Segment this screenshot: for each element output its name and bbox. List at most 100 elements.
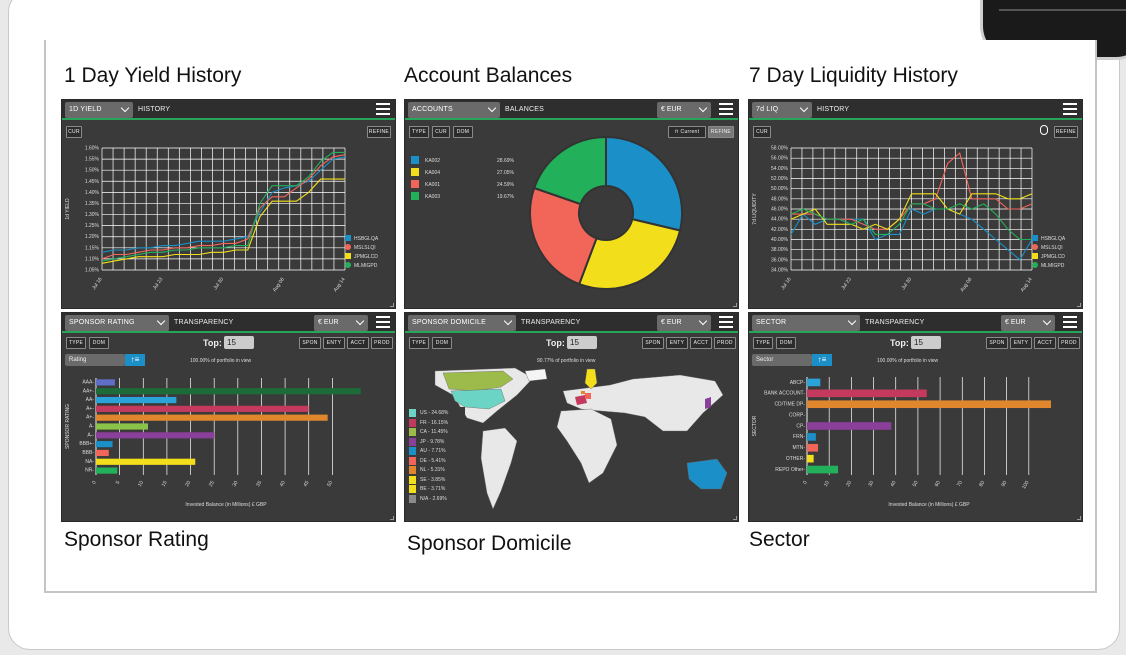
- legend-swatch: [409, 475, 416, 484]
- map-germany-shape: [585, 393, 591, 399]
- title-liquidity: 7 Day Liquidity History: [749, 64, 958, 87]
- legend-row[interactable]: AU - 7.71%: [407, 447, 465, 457]
- y-axis-label: 7d LIQUIDITY: [752, 193, 758, 225]
- legend-row[interactable]: SE - 3.85%: [407, 475, 465, 486]
- bar-FRN: [807, 433, 816, 441]
- legend-swatch: [409, 466, 416, 474]
- map-greenland-shape: [524, 368, 548, 382]
- resize-grip-icon[interactable]: [390, 516, 394, 520]
- legend-label: MLMIGPD: [354, 263, 378, 269]
- y-tick-label: 1.15%: [85, 245, 100, 251]
- bar-BBB+: [96, 441, 113, 448]
- x-tick-label: 0: [91, 480, 98, 486]
- legend-swatch: [345, 244, 351, 250]
- title-yield: 1 Day Yield History: [64, 64, 242, 87]
- legend-label: SE - 3.85%: [420, 476, 446, 483]
- bar-AAA: [96, 379, 115, 386]
- x-axis-label: Invested Balance (in Millions) £ GBP: [888, 502, 970, 508]
- x-tick-label: 20: [845, 480, 853, 488]
- bar-MTN: [807, 443, 819, 452]
- legend-swatch: [1032, 244, 1038, 250]
- bar-ABCP: [807, 378, 821, 387]
- y-tick-label: AA+-: [83, 388, 95, 394]
- legend-row[interactable]: NL - 5.31%: [407, 466, 465, 476]
- bar-NR: [96, 467, 118, 474]
- domicile-legend: US - 24.68% FR - 16.15% CA - 11.45% JP - 9.…: [407, 407, 465, 506]
- resize-grip-icon[interactable]: [733, 303, 737, 307]
- title-domicile: Sponsor Domicile: [407, 532, 572, 555]
- legend-swatch: [409, 447, 416, 455]
- y-tick-label: 44.00%: [771, 217, 789, 223]
- y-tick-label: 52.00%: [771, 176, 789, 182]
- donut-slice-KA004: [577, 217, 682, 290]
- y-tick-label: 54.00%: [771, 166, 789, 172]
- legend-label: MSLSLQI: [1041, 245, 1063, 251]
- legend-swatch: [345, 262, 351, 268]
- y-tick-label: 36.00%: [771, 257, 789, 263]
- panel-domicile: SPONSOR DOMICILE TRANSPARENCY € EUR TYPE…: [404, 312, 739, 522]
- y-tick-label: 38.00%: [771, 247, 789, 253]
- legend-row[interactable]: FR - 16.15%: [407, 418, 465, 429]
- bar-BANK ACCOUNT: [807, 389, 927, 398]
- y-tick-label: OTHER-: [786, 456, 806, 462]
- x-tick-label: 10: [137, 480, 145, 488]
- bar-OTHER: [807, 454, 814, 463]
- legend-swatch: [409, 485, 416, 493]
- y-tick-label: 1.40%: [85, 190, 100, 196]
- x-tick-label: 15: [161, 480, 169, 488]
- yield-chart: 1.60% 1.55% 1.50% 1.45% 1.40% 1.35% 1.30% 1.25%…: [65, 146, 379, 294]
- legend-row[interactable]: BE - 3.71%: [407, 485, 465, 495]
- resize-grip-icon[interactable]: [1077, 516, 1081, 520]
- bar-A-: [96, 432, 215, 439]
- resize-grip-icon[interactable]: [390, 303, 394, 307]
- bar-REPO Other: [807, 465, 839, 474]
- x-tick-label: 40: [889, 480, 897, 488]
- sector-bar-chart: 0 10 20 30 40 50 60 70 80 90 100 ABCP- BANK ACCOUNT-…: [752, 377, 1051, 508]
- bar-CP: [807, 422, 892, 430]
- y-tick-label: BBB-: [82, 450, 94, 456]
- y-axis-label: SECTOR: [752, 415, 758, 436]
- balances-donut-chart: [529, 135, 683, 290]
- resize-grip-icon[interactable]: [1077, 303, 1081, 307]
- title-balances: Account Balances: [404, 64, 573, 87]
- legend-swatch: [409, 409, 416, 417]
- y-tick-label: AAA-: [82, 379, 94, 385]
- x-axis-label: Invested Balance (in Millions) £ GBP: [185, 502, 267, 508]
- legend-row[interactable]: N/A - 2.69%: [407, 494, 465, 505]
- x-tick-label: Jul 30: [213, 277, 226, 292]
- legend-label: NL - 5.31%: [420, 467, 445, 473]
- bar-AA+: [96, 388, 361, 395]
- legend-label: AU - 7.71%: [420, 448, 446, 454]
- y-tick-label: A+-: [86, 406, 94, 412]
- x-tick-label: 35: [255, 480, 263, 488]
- x-tick-label: Jul 23: [840, 277, 853, 292]
- y-tick-label: 1.35%: [85, 201, 100, 207]
- legend-label: CA - 11.45%: [420, 429, 448, 435]
- y-tick-label: CORP-: [789, 412, 805, 418]
- x-tick-label: 20: [184, 480, 192, 488]
- y-tick-label: 1.50%: [85, 168, 100, 174]
- resize-grip-icon[interactable]: [733, 516, 737, 520]
- y-tick-label: NR-: [85, 468, 94, 474]
- rating-bar-chart: 0 5 10 15 20 25 30 35 40 45 50 AAA- AA+- AA- A+- A+- A- A…: [65, 378, 361, 508]
- donut-slice-KA002: [605, 135, 683, 232]
- legend-label: HSBGLQA: [354, 236, 379, 242]
- x-tick-label: 10: [823, 480, 831, 488]
- y-axis-label: 1d YIELD: [65, 198, 71, 220]
- liquidity-chart: 58.00% 56.00% 54.00% 52.00% 50.00% 48.00% 46.0…: [752, 146, 1066, 294]
- legend-swatch: [1032, 262, 1038, 268]
- x-tick-label: 50: [326, 480, 334, 488]
- map-japan-shape: [705, 397, 711, 409]
- x-tick-label: Jul 16: [780, 277, 793, 292]
- legend-row[interactable]: DE - 5.41%: [407, 456, 465, 467]
- y-tick-label: 1.10%: [85, 256, 100, 262]
- legend-label: MLMIGPD: [1041, 263, 1065, 269]
- legend-label: JPMGLCD: [1041, 254, 1065, 260]
- legend-row[interactable]: JP - 9.78%: [407, 437, 465, 448]
- title-sector: Sector: [749, 528, 810, 551]
- panel-rating: SPONSOR RATING TRANSPARENCY € EUR TYPE D…: [61, 312, 396, 522]
- legend-row[interactable]: US - 24.68%: [407, 409, 465, 419]
- legend-row[interactable]: CA - 11.45%: [407, 428, 465, 438]
- bar-NA: [96, 458, 196, 465]
- y-tick-label: 1.05%: [85, 268, 100, 274]
